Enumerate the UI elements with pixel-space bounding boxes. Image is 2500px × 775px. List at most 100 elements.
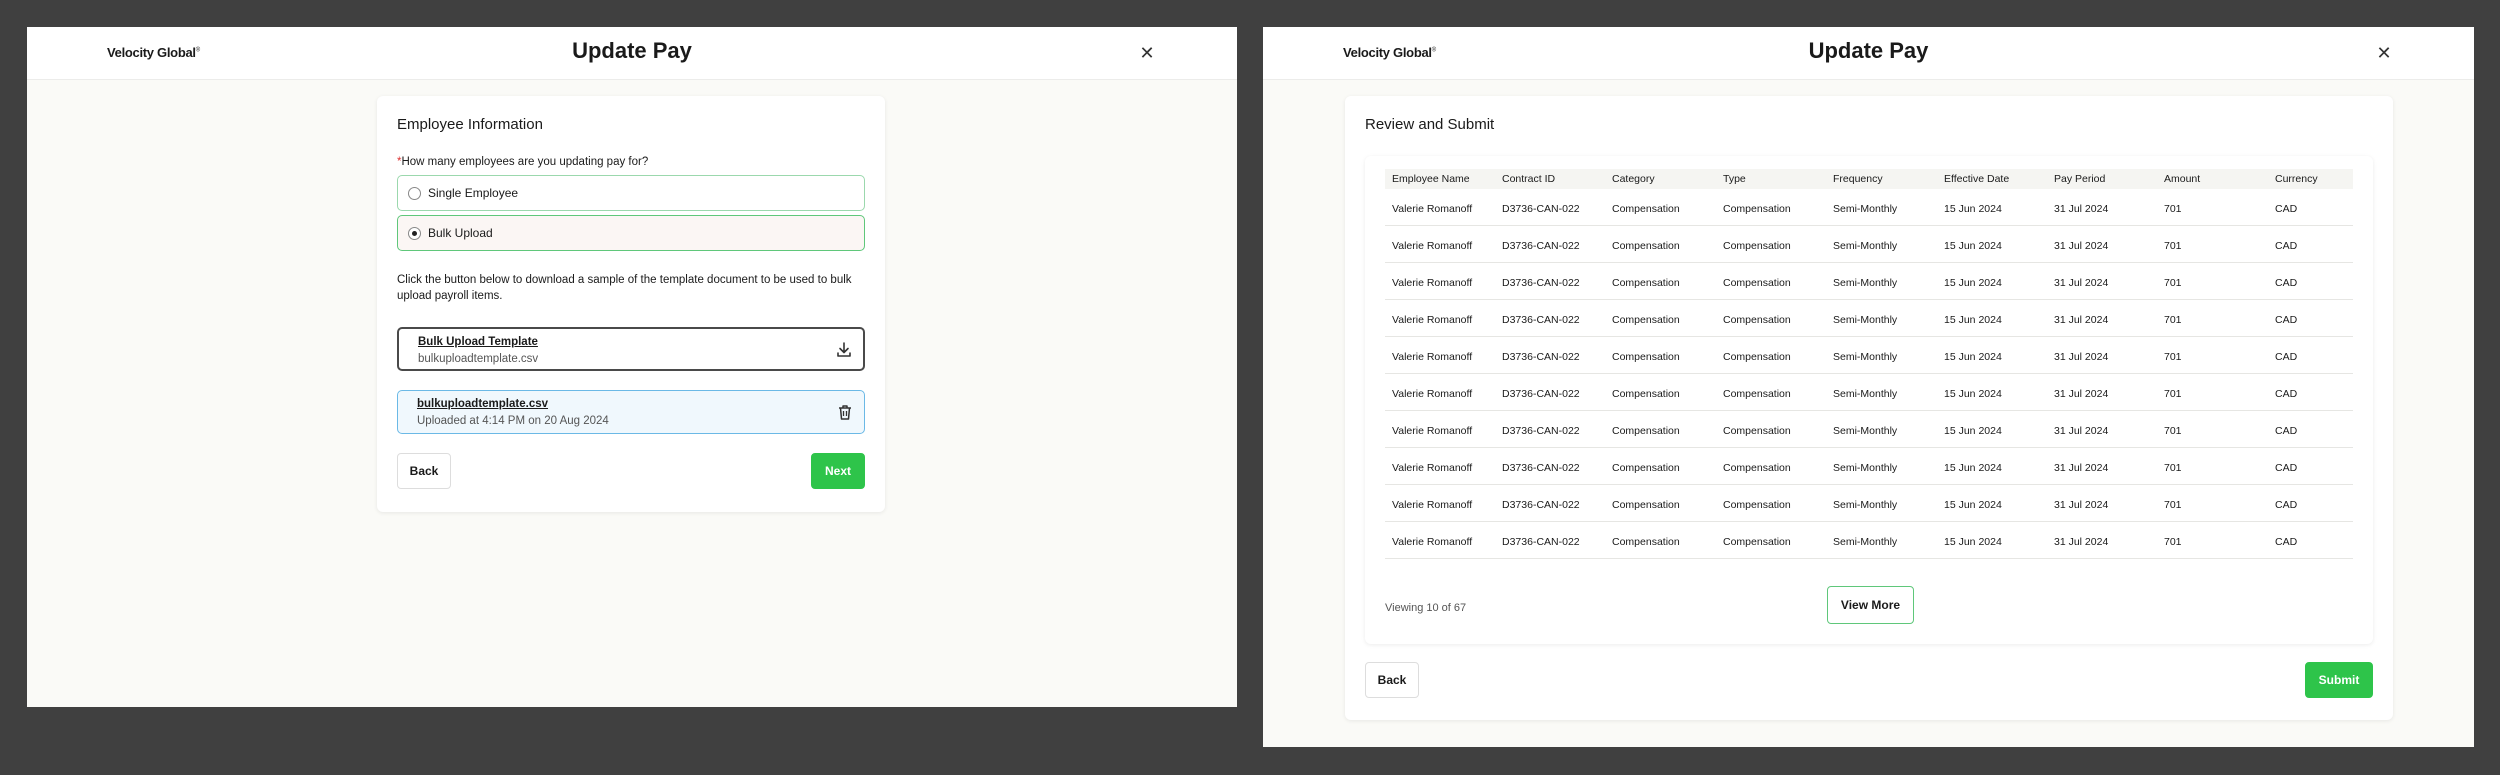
table-cell: Compensation xyxy=(1723,277,1791,289)
column-header: Frequency xyxy=(1833,173,1883,185)
table-cell: 31 Jul 2024 xyxy=(2054,314,2109,326)
bulk-upload-template-download[interactable]: Bulk Upload Template bulkuploadtemplate.… xyxy=(397,327,865,371)
trash-icon[interactable] xyxy=(836,403,854,421)
table-cell: Compensation xyxy=(1723,536,1791,548)
table-cell: 15 Jun 2024 xyxy=(1944,536,2002,548)
table-cell: 15 Jun 2024 xyxy=(1944,240,2002,252)
next-button[interactable]: Next xyxy=(811,453,865,489)
table-cell: Compensation xyxy=(1723,388,1791,400)
table-cell: Semi-Monthly xyxy=(1833,314,1898,326)
table-cell: 15 Jun 2024 xyxy=(1944,499,2002,511)
table-cell: D3736-CAN-022 xyxy=(1502,277,1580,289)
view-more-button[interactable]: View More xyxy=(1827,586,1914,624)
table-row: Valerie Romanoff D3736-CAN-022 Compensatio… xyxy=(1385,485,2353,522)
question-text: How many employees are you updating pay … xyxy=(401,156,649,168)
table-row: Valerie Romanoff D3736-CAN-022 Compensatio… xyxy=(1385,263,2353,300)
table-cell: 15 Jun 2024 xyxy=(1944,425,2002,437)
table-cell: Semi-Monthly xyxy=(1833,351,1898,363)
table-cell: D3736-CAN-022 xyxy=(1502,351,1580,363)
table-cell: Valerie Romanoff xyxy=(1392,425,1473,437)
table-cell: 15 Jun 2024 xyxy=(1944,351,2002,363)
table-cell: 31 Jul 2024 xyxy=(2054,388,2109,400)
table-cell: 701 xyxy=(2164,277,2182,289)
table-cell: Valerie Romanoff xyxy=(1392,277,1473,289)
table-cell: D3736-CAN-022 xyxy=(1502,314,1580,326)
table-row: Valerie Romanoff D3736-CAN-022 Compensatio… xyxy=(1385,189,2353,226)
table-cell: Compensation xyxy=(1723,462,1791,474)
table-cell: CAD xyxy=(2275,388,2298,400)
submit-button[interactable]: Submit xyxy=(2305,662,2373,698)
table-cell: Valerie Romanoff xyxy=(1392,499,1473,511)
table-cell: Compensation xyxy=(1612,499,1680,511)
table-cell: 701 xyxy=(2164,388,2182,400)
single-employee-option[interactable]: Single Employee xyxy=(397,175,865,211)
column-header: Type xyxy=(1723,173,1746,185)
table-cell: Compensation xyxy=(1723,314,1791,326)
radio-button-unselected[interactable] xyxy=(408,187,421,200)
table-cell: Compensation xyxy=(1723,499,1791,511)
back-button[interactable]: Back xyxy=(397,453,451,489)
radio-button-selected[interactable] xyxy=(408,227,421,240)
table-cell: 701 xyxy=(2164,203,2182,215)
table-cell: Semi-Monthly xyxy=(1833,388,1898,400)
table-cell: 31 Jul 2024 xyxy=(2054,462,2109,474)
table-cell: D3736-CAN-022 xyxy=(1502,425,1580,437)
table-cell: 701 xyxy=(2164,499,2182,511)
table-cell: Valerie Romanoff xyxy=(1392,351,1473,363)
table-cell: CAD xyxy=(2275,314,2298,326)
close-icon[interactable]: ✕ xyxy=(2374,43,2394,63)
table-cell: Compensation xyxy=(1612,425,1680,437)
back-button[interactable]: Back xyxy=(1365,662,1419,698)
table-cell: CAD xyxy=(2275,499,2298,511)
table-row: Valerie Romanoff D3736-CAN-022 Compensatio… xyxy=(1385,300,2353,337)
table-cell: 15 Jun 2024 xyxy=(1944,388,2002,400)
table-cell: 15 Jun 2024 xyxy=(1944,462,2002,474)
close-icon[interactable]: ✕ xyxy=(1137,43,1157,63)
uploaded-filename[interactable]: bulkuploadtemplate.csv xyxy=(417,398,548,410)
table-cell: Compensation xyxy=(1612,277,1680,289)
table-cell: CAD xyxy=(2275,536,2298,548)
upload-status: Uploaded at 4:14 PM on 20 Aug 2024 xyxy=(417,415,609,427)
table-cell: Valerie Romanoff xyxy=(1392,203,1473,215)
table-cell: Compensation xyxy=(1612,462,1680,474)
column-header: Amount xyxy=(2164,173,2201,185)
table-row: Valerie Romanoff D3736-CAN-022 Compensatio… xyxy=(1385,448,2353,485)
template-filename: bulkuploadtemplate.csv xyxy=(418,353,539,365)
table-cell: Semi-Monthly xyxy=(1833,240,1898,252)
header-bar: Velocity Global® Update Pay ✕ xyxy=(1263,27,2474,80)
column-header: Category xyxy=(1612,173,1655,185)
table-cell: Valerie Romanoff xyxy=(1392,388,1473,400)
template-instructions: Click the button below to download a sam… xyxy=(397,274,852,302)
table-row: Valerie Romanoff D3736-CAN-022 Compensatio… xyxy=(1385,374,2353,411)
window-title: Update Pay xyxy=(572,38,692,63)
table-cell: Compensation xyxy=(1723,425,1791,437)
table-cell: 701 xyxy=(2164,425,2182,437)
table-cell: Semi-Monthly xyxy=(1833,499,1898,511)
table-cell: 701 xyxy=(2164,240,2182,252)
window-title: Update Pay xyxy=(1808,38,1929,63)
update-pay-window-review: Velocity Global® Update Pay ✕ Review and… xyxy=(1263,27,2474,747)
employee-information-card: Employee Information *How many employees… xyxy=(377,96,885,512)
table-cell: Compensation xyxy=(1612,388,1680,400)
table-cell: Compensation xyxy=(1723,240,1791,252)
template-title[interactable]: Bulk Upload Template xyxy=(418,336,538,348)
table-cell: 15 Jun 2024 xyxy=(1944,277,2002,289)
table-header: Employee Name Contract ID Category Type Freq… xyxy=(1385,169,2353,189)
table-cell: D3736-CAN-022 xyxy=(1502,536,1580,548)
table-cell: Valerie Romanoff xyxy=(1392,314,1473,326)
payroll-items-table: Employee Name Contract ID Category Type Freq… xyxy=(1365,156,2373,644)
bulk-upload-option[interactable]: Bulk Upload xyxy=(397,215,865,251)
table-cell: 31 Jul 2024 xyxy=(2054,536,2109,548)
table-cell: 31 Jul 2024 xyxy=(2054,240,2109,252)
table-cell: Semi-Monthly xyxy=(1833,277,1898,289)
card-title: Review and Submit xyxy=(1365,116,1495,133)
table-row: Valerie Romanoff D3736-CAN-022 Compensatio… xyxy=(1385,522,2353,559)
table-cell: D3736-CAN-022 xyxy=(1502,462,1580,474)
table-cell: CAD xyxy=(2275,351,2298,363)
table-cell: Semi-Monthly xyxy=(1833,462,1898,474)
table-cell: Semi-Monthly xyxy=(1833,203,1898,215)
employee-count-question: *How many employees are you updating pay… xyxy=(397,156,648,168)
table-cell: Semi-Monthly xyxy=(1833,536,1898,548)
download-icon[interactable] xyxy=(835,341,853,359)
table-cell: 701 xyxy=(2164,314,2182,326)
